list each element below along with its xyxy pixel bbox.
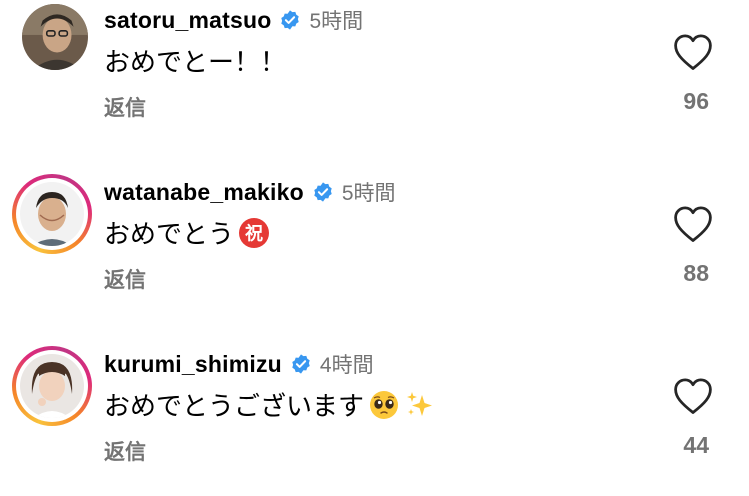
like-button[interactable]	[672, 376, 714, 416]
congratulations-emoji-icon: 祝	[238, 217, 270, 249]
verified-badge-icon	[312, 181, 334, 203]
avatar-ring-gap	[16, 350, 88, 422]
username[interactable]: kurumi_shimizu	[104, 351, 282, 378]
comment-header: watanabe_makiko 5時間	[104, 174, 396, 210]
heart-outline-icon	[674, 34, 712, 70]
like-count: 88	[683, 260, 709, 286]
reply-button[interactable]: 返信	[104, 436, 146, 466]
username[interactable]: satoru_matsuo	[104, 7, 271, 34]
avatar[interactable]	[12, 174, 92, 254]
comment-text-body: おめでとう	[104, 219, 235, 249]
heart-outline-icon	[674, 206, 712, 242]
comment-text: おめでとう 祝	[104, 214, 270, 251]
pleading-face-emoji-icon	[368, 389, 400, 421]
username[interactable]: watanabe_makiko	[104, 179, 304, 206]
verified-badge-icon	[290, 353, 312, 375]
heart-outline-icon	[674, 378, 712, 414]
reply-button[interactable]: 返信	[104, 92, 146, 122]
comment-item: kurumi_shimizu 4時間 おめでとうございます 返信 44	[0, 346, 749, 496]
like-button[interactable]	[672, 204, 714, 244]
comment-header: satoru_matsuo 5時間	[104, 2, 363, 38]
like-button[interactable]	[672, 32, 714, 72]
avatar-photo	[20, 354, 84, 418]
comment-item: watanabe_makiko 5時間 おめでとう 祝 返信 88	[0, 174, 749, 324]
comment-time: 5時間	[309, 10, 364, 33]
comment-header: kurumi_shimizu 4時間	[104, 346, 374, 382]
comment-time: 5時間	[341, 182, 396, 205]
comment-text-body: おめでとうございます	[104, 391, 365, 421]
sparkles-emoji-icon	[404, 389, 436, 421]
avatar[interactable]	[12, 346, 92, 426]
comment-text: おめでとうございます	[104, 386, 436, 423]
avatar-ring-gap	[16, 178, 88, 250]
verified-badge-icon	[279, 9, 301, 31]
comment-time: 4時間	[319, 354, 374, 377]
comment-text-body: おめでとー！！	[104, 47, 287, 77]
like-count: 44	[683, 432, 709, 458]
avatar[interactable]	[12, 2, 92, 82]
avatar-photo	[20, 182, 84, 246]
comment-text: おめでとー！！	[104, 42, 286, 79]
avatar-photo	[22, 4, 88, 70]
congratulations-emoji-label: 祝	[245, 222, 263, 244]
like-count: 96	[683, 88, 709, 114]
comment-item: satoru_matsuo 5時間 おめでとー！！ 返信 96	[0, 2, 749, 152]
reply-button[interactable]: 返信	[104, 264, 146, 294]
